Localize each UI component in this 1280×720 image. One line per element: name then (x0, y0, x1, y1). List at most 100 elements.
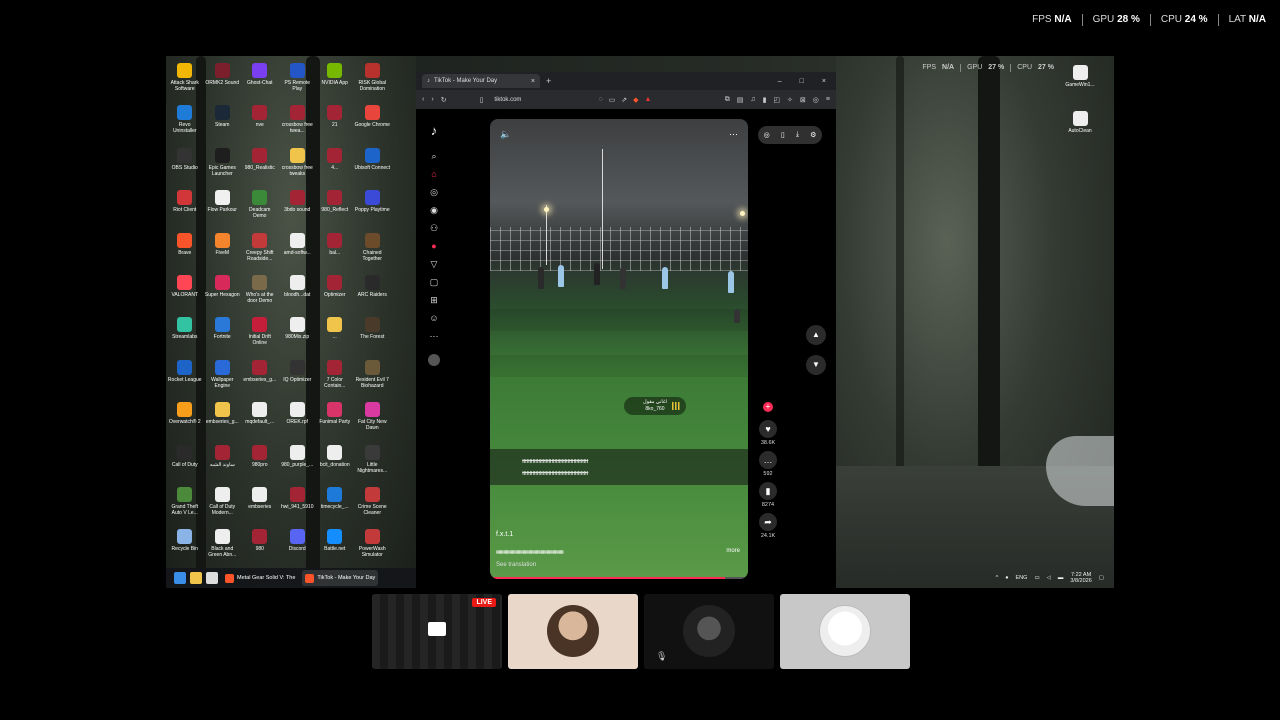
desktop-icon[interactable]: 21 (316, 102, 354, 144)
desktop-icon[interactable]: nve (241, 102, 279, 144)
live-icon[interactable]: ● (428, 240, 440, 252)
desktop-icon[interactable]: amd-softw... (279, 230, 317, 272)
desktop-icon[interactable]: Crime Scene Cleaner (354, 484, 392, 526)
like-button[interactable]: ♥ 38.6K (759, 420, 777, 446)
desktop-icon[interactable]: Deadcam Demo (241, 187, 279, 229)
follow-plus-icon[interactable]: + (763, 402, 773, 412)
new-tab-button[interactable]: + (546, 76, 551, 86)
desktop-icon[interactable]: Optimizer (316, 272, 354, 314)
volume-tray-icon[interactable]: ◁ (1047, 575, 1051, 581)
pip-icon[interactable]: ▯ (781, 131, 785, 139)
screen-share-tile[interactable]: LIVE (372, 594, 502, 669)
participant-tile[interactable] (508, 594, 638, 669)
desktop-icon[interactable]: RISK Global Domination (354, 60, 392, 102)
home-icon[interactable]: ⌂ (428, 168, 440, 180)
desktop-icon[interactable]: Streamlabs (166, 314, 204, 356)
desktop-icon[interactable]: crossbow free twea... (279, 102, 317, 144)
desktop-icon[interactable]: Who's at the door Demo (241, 272, 279, 314)
taskbar-app-tiktok[interactable]: TikTok - Make Your Day (302, 570, 379, 586)
account-avatar[interactable] (428, 354, 440, 366)
store-icon[interactable] (206, 572, 218, 584)
brave-rewards-icon[interactable]: ▲ (645, 96, 652, 104)
desktop-icon[interactable]: Black and Green Abn... (204, 526, 242, 568)
desktop-icon[interactable]: embseries_g... (204, 399, 242, 441)
more-link[interactable]: more (726, 548, 740, 554)
desktop-icon[interactable]: Recycle Bin (166, 526, 204, 568)
desktop-icon[interactable]: Riot Client (166, 187, 204, 229)
upload-icon[interactable]: ⊞ (428, 294, 440, 306)
back-icon[interactable]: ‹ (422, 96, 424, 103)
close-window-button[interactable]: × (822, 78, 826, 85)
clock[interactable]: 7:22 AM 3/8/2026 (1070, 572, 1091, 585)
video-more-icon[interactable]: ⋯ (729, 129, 738, 140)
desktop-icon[interactable]: Attack Shark Software (166, 60, 204, 102)
desktop-icon[interactable]: mqdefault_... (241, 399, 279, 441)
desktop-icon[interactable]: 980_purple_... (279, 442, 317, 484)
desktop-icon[interactable]: embseries_g... (241, 357, 279, 399)
desktop-icon[interactable]: Rocket League (166, 357, 204, 399)
desktop-icon[interactable]: Call of Duty Modern... (204, 484, 242, 526)
notifications-icon[interactable]: ▢ (1099, 575, 1104, 581)
next-video-button[interactable]: ▼ (806, 355, 826, 375)
desktop-icon[interactable]: Creepy Shift Roadside... (241, 230, 279, 272)
desktop-icon[interactable]: bal... (316, 230, 354, 272)
leo-icon[interactable]: ✧ (787, 96, 793, 104)
desktop-icon[interactable]: Ubisoft Connect (354, 145, 392, 187)
desktop-icon[interactable]: Steam (204, 102, 242, 144)
desktop-icon[interactable]: 3bdo sound (279, 187, 317, 229)
desktop-icon[interactable]: Revo Uninstaller (166, 102, 204, 144)
tiktok-logo-icon[interactable]: ♪ (431, 123, 438, 138)
desktop-icon[interactable]: embseries (241, 484, 279, 526)
desktop-icon[interactable]: timecycle_... (316, 484, 354, 526)
see-translation-link[interactable]: See translation (496, 562, 536, 568)
desktop-icon[interactable]: PS Remote Play (279, 60, 317, 102)
brave-shield-icon[interactable]: ◆ (633, 96, 638, 104)
wallet-icon[interactable]: ⊠ (800, 96, 806, 104)
desktop-icon[interactable]: ساوند الشبه (204, 442, 242, 484)
following-icon[interactable]: ◉ (428, 204, 440, 216)
settings-icon[interactable]: ⚙ (810, 131, 816, 139)
video-progress-bar[interactable] (490, 577, 748, 579)
microphone-icon[interactable]: ● (1005, 575, 1008, 581)
file-explorer-icon[interactable] (190, 572, 202, 584)
save-button[interactable]: ▮ 8274 (759, 482, 777, 508)
desktop-icon[interactable]: Discord (279, 526, 317, 568)
participant-tile[interactable] (780, 594, 910, 669)
autoscroll-icon[interactable]: ◎ (764, 131, 770, 139)
media-icon[interactable]: ♫ (750, 96, 755, 104)
video-author[interactable]: f.x.t.1 (496, 531, 513, 538)
tray-overflow-icon[interactable]: ^ (996, 575, 999, 581)
desktop-icon[interactable]: OREK.rpf (279, 399, 317, 441)
desktop-icon[interactable]: AutoClean (1060, 108, 1100, 154)
desktop-icon[interactable]: crossbow free tweaks (279, 145, 317, 187)
bookmark-icon[interactable]: ▯ (480, 96, 484, 104)
desktop-icon[interactable]: Poppy Playtime (354, 187, 392, 229)
desktop-icon[interactable]: 980Mix.zip (279, 314, 317, 356)
desktop-icon[interactable]: bloodh...dat (279, 272, 317, 314)
extensions-icon[interactable]: ⧉ (725, 96, 730, 104)
desktop-icon[interactable]: ORMK2 Sound (204, 60, 242, 102)
desktop-icon[interactable]: 7 Color Contain... (316, 357, 354, 399)
desktop-icon[interactable]: 4... (316, 145, 354, 187)
close-tab-icon[interactable]: × (531, 78, 535, 85)
desktop-icon[interactable]: Google Chrome (354, 102, 392, 144)
vpn-icon[interactable]: ◎ (813, 96, 819, 104)
desktop-icon[interactable]: hwi_941_5910 (279, 484, 317, 526)
desktop-icon[interactable]: ... (316, 314, 354, 356)
battery-icon[interactable]: ▬ (1058, 575, 1064, 581)
desktop-icon[interactable]: VALORANT (166, 272, 204, 314)
desktop-icon[interactable]: 980_Realistic (241, 145, 279, 187)
desktop-icon[interactable]: Little Nightmares... (354, 442, 392, 484)
desktop-icon[interactable]: Overwatch® 2 (166, 399, 204, 441)
desktop-icon[interactable]: Fortnite (204, 314, 242, 356)
browser-tab-tiktok[interactable]: ♪ TikTok - Make Your Day × (422, 74, 540, 88)
menu-icon[interactable]: ≡ (826, 96, 830, 104)
more-icon[interactable]: ⋯ (428, 330, 440, 342)
reload-icon[interactable]: ↻ (441, 96, 447, 104)
desktop-icon[interactable]: Ghost-Chat (241, 60, 279, 102)
pip-icon[interactable]: ▭ (609, 96, 616, 104)
desktop-icon[interactable]: FiveM (204, 230, 242, 272)
download-icon[interactable]: ⤓ (796, 131, 799, 139)
desktop-icon[interactable]: GameWin1... (1060, 62, 1100, 108)
previous-video-button[interactable]: ▲ (806, 325, 826, 345)
